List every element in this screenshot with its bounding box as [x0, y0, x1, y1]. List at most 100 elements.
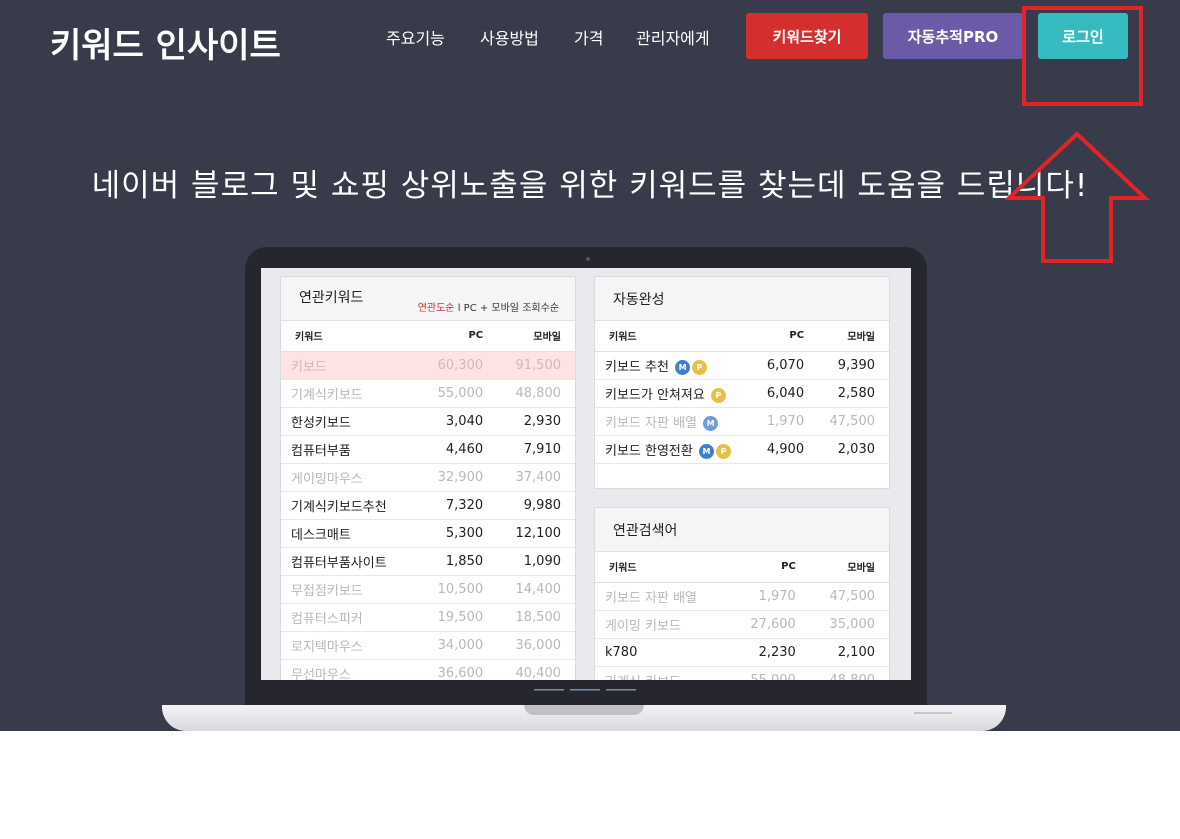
- laptop-base-notch: [524, 705, 644, 715]
- keyword-cell[interactable]: 키보드가 안쳐져요 P: [595, 379, 758, 408]
- pc-count-cell: 34,000: [419, 631, 498, 660]
- col-pc: PC: [730, 552, 810, 583]
- autocomplete-panel: 자동완성 키워드 PC 모바일 키보드 추천 M P 6,070 9,390 키보드가 …: [594, 276, 890, 489]
- table-row[interactable]: 기계식키보드 55,000 48,800: [281, 379, 575, 408]
- keyword-cell[interactable]: 데스크매트: [281, 519, 420, 548]
- find-keyword-button[interactable]: 키워드찾기: [746, 13, 868, 59]
- keyword-cell[interactable]: 컴퓨터부품사이트: [281, 547, 420, 576]
- pc-count-cell: 4,460: [419, 435, 498, 464]
- table-row[interactable]: 키보드 자판 배열 M 1,970 47,500: [595, 407, 889, 436]
- keyword-cell[interactable]: 한성키보드: [281, 407, 420, 436]
- table-row[interactable]: 기계식키보드추천 7,320 9,980: [281, 491, 575, 520]
- keyword-text: 키보드 추천: [605, 359, 669, 375]
- annotation-highlight-box: [1022, 6, 1143, 106]
- mobile-count-cell: 9,390: [818, 351, 889, 380]
- nav-contact-admin[interactable]: 관리자에게: [636, 25, 710, 49]
- table-row[interactable]: 컴퓨터부품 4,460 7,910: [281, 435, 575, 464]
- table-row[interactable]: 키보드 한영전환 M P 4,900 2,030: [595, 435, 889, 464]
- nav-usage[interactable]: 사용방법: [480, 25, 539, 49]
- related-keywords-panel: 연관키워드 연관도순 l PC + 모바일 조회수순 키워드 PC 모바일 키보…: [280, 276, 576, 680]
- pc-count-cell: 6,040: [757, 379, 819, 408]
- keyword-cell[interactable]: k780: [595, 638, 731, 667]
- hero-tagline: 네이버 블로그 및 쇼핑 상위노출을 위한 키워드를 찾는데 도움을 드립니다!: [91, 168, 1089, 204]
- table-row[interactable]: k780 2,230 2,100: [595, 638, 889, 667]
- keyword-cell[interactable]: 키보드 한영전환 MP: [595, 435, 758, 464]
- mobile-count-cell: 2,930: [497, 407, 575, 436]
- keyword-text: 데스크매트: [291, 527, 351, 543]
- keyword-text: 키보드 자판 배열: [605, 590, 697, 606]
- mobile-count-cell: 48,800: [497, 379, 575, 408]
- keyword-cell[interactable]: 키보드 자판 배열: [595, 582, 731, 611]
- pc-count-cell: 5,300: [419, 519, 498, 548]
- mobile-count-cell: 36,000: [497, 631, 575, 660]
- mobile-count-cell: 37,400: [497, 463, 575, 492]
- keyword-cell[interactable]: 키보드: [281, 351, 420, 380]
- keyword-cell[interactable]: 기계식키보드: [281, 379, 420, 408]
- annotation-up-arrow-icon: [1005, 131, 1150, 263]
- pc-badge-icon: P: [716, 443, 731, 459]
- col-keyword: 키워드: [281, 321, 420, 352]
- mobile-count-cell: 47,500: [818, 407, 889, 436]
- table-row[interactable]: 키보드 자판 배열 1,970 47,500: [595, 582, 889, 611]
- table-row[interactable]: 키보드 추천 M P 6,070 9,390: [595, 351, 889, 380]
- pc-count-cell: 55,000: [730, 666, 810, 680]
- keyword-text: 기계식키보드: [291, 387, 363, 403]
- pc-badge-icon: P: [692, 359, 708, 375]
- table-row[interactable]: 무접점키보드 10,500 14,400: [281, 575, 575, 604]
- mobile-count-cell: 7,910: [497, 435, 575, 464]
- keyword-cell[interactable]: 무접점키보드: [281, 575, 420, 604]
- keyword-cell[interactable]: 컴퓨터스피커: [281, 603, 420, 632]
- col-keyword: 키워드: [595, 552, 731, 583]
- sort-relevance[interactable]: 연관도순: [418, 303, 455, 314]
- mobile-count-cell: 12,100: [497, 519, 575, 548]
- table-row[interactable]: 기계식 키보드 55,00048,800: [595, 666, 889, 680]
- keyword-text: 키보드 한영전환: [605, 443, 693, 459]
- keyword-cell[interactable]: 게이밍마우스: [281, 463, 420, 492]
- table-row[interactable]: 데스크매트 5,300 12,100: [281, 519, 575, 548]
- table-row[interactable]: 로지텍마우스 34,000 36,000: [281, 631, 575, 660]
- keyword-text: 로지텍마우스: [291, 639, 363, 655]
- nav-features[interactable]: 주요기능: [386, 25, 445, 49]
- table-row[interactable]: 게이밍 키보드 27,600 35,000: [595, 610, 889, 639]
- table-row[interactable]: 무선마우스 36,600 40,400: [281, 659, 575, 680]
- pc-count-cell: 27,600: [730, 610, 810, 639]
- pc-count-cell: 4,900: [757, 435, 819, 464]
- keyword-text: 컴퓨터스피커: [291, 611, 363, 627]
- mobile-badge-icon: M: [675, 359, 691, 375]
- laptop-screen: 연관키워드 연관도순 l PC + 모바일 조회수순 키워드 PC 모바일 키보…: [261, 268, 911, 680]
- related-keywords-table: 키워드 PC 모바일 키보드 60,300 91,500 기계식키보드 55,000 48…: [281, 321, 575, 680]
- keyword-cell[interactable]: 키보드 추천 MP: [595, 351, 758, 380]
- table-row[interactable]: 컴퓨터스피커 19,500 18,500: [281, 603, 575, 632]
- table-row[interactable]: 한성키보드 3,040 2,930: [281, 407, 575, 436]
- mobile-count-cell: 47,500: [809, 582, 889, 611]
- pc-count-cell: 55,000: [419, 379, 498, 408]
- auto-track-pro-button[interactable]: 자동추적PRO: [883, 13, 1023, 59]
- table-row[interactable]: 게이밍마우스 32,900 37,400: [281, 463, 575, 492]
- table-row[interactable]: 키보드 60,300 91,500: [281, 351, 575, 380]
- related-keywords-title: 연관키워드: [299, 289, 364, 306]
- pc-count-cell: 19,500: [419, 603, 498, 632]
- nav-pricing[interactable]: 가격: [574, 25, 603, 49]
- table-row[interactable]: 컴퓨터부품사이트 1,850 1,090: [281, 547, 575, 576]
- table-row[interactable]: 키보드가 안쳐져요 P 6,040 2,580: [595, 379, 889, 408]
- keyword-cell[interactable]: 컴퓨터부품: [281, 435, 420, 464]
- related-search-title: 연관검색어: [613, 522, 678, 539]
- pc-count-cell: 32,900: [419, 463, 498, 492]
- mobile-badge-icon: M: [703, 415, 719, 431]
- related-sort-options[interactable]: 연관도순 l PC + 모바일 조회수순: [418, 299, 559, 314]
- col-keyword: 키워드: [595, 321, 758, 352]
- pc-count-cell: 1,850: [419, 547, 498, 576]
- keyword-cell[interactable]: 로지텍마우스: [281, 631, 420, 660]
- col-mobile: 모바일: [809, 552, 889, 583]
- keyword-text: 기계식키보드추천: [291, 499, 387, 515]
- sort-views[interactable]: l PC + 모바일 조회수순: [458, 303, 559, 314]
- keyword-cell[interactable]: 기계식 키보드: [595, 666, 731, 680]
- mobile-count-cell: 2,030: [818, 435, 889, 464]
- keyword-cell[interactable]: 키보드 자판 배열 M: [595, 407, 758, 436]
- mobile-count-cell: 1,090: [497, 547, 575, 576]
- pc-count-cell: 60,300: [419, 351, 498, 380]
- keyword-cell[interactable]: 무선마우스: [281, 659, 420, 680]
- keyword-cell[interactable]: 게이밍 키보드: [595, 610, 731, 639]
- keyword-cell[interactable]: 기계식키보드추천: [281, 491, 420, 520]
- site-logo[interactable]: 키워드 인사이트: [50, 18, 281, 67]
